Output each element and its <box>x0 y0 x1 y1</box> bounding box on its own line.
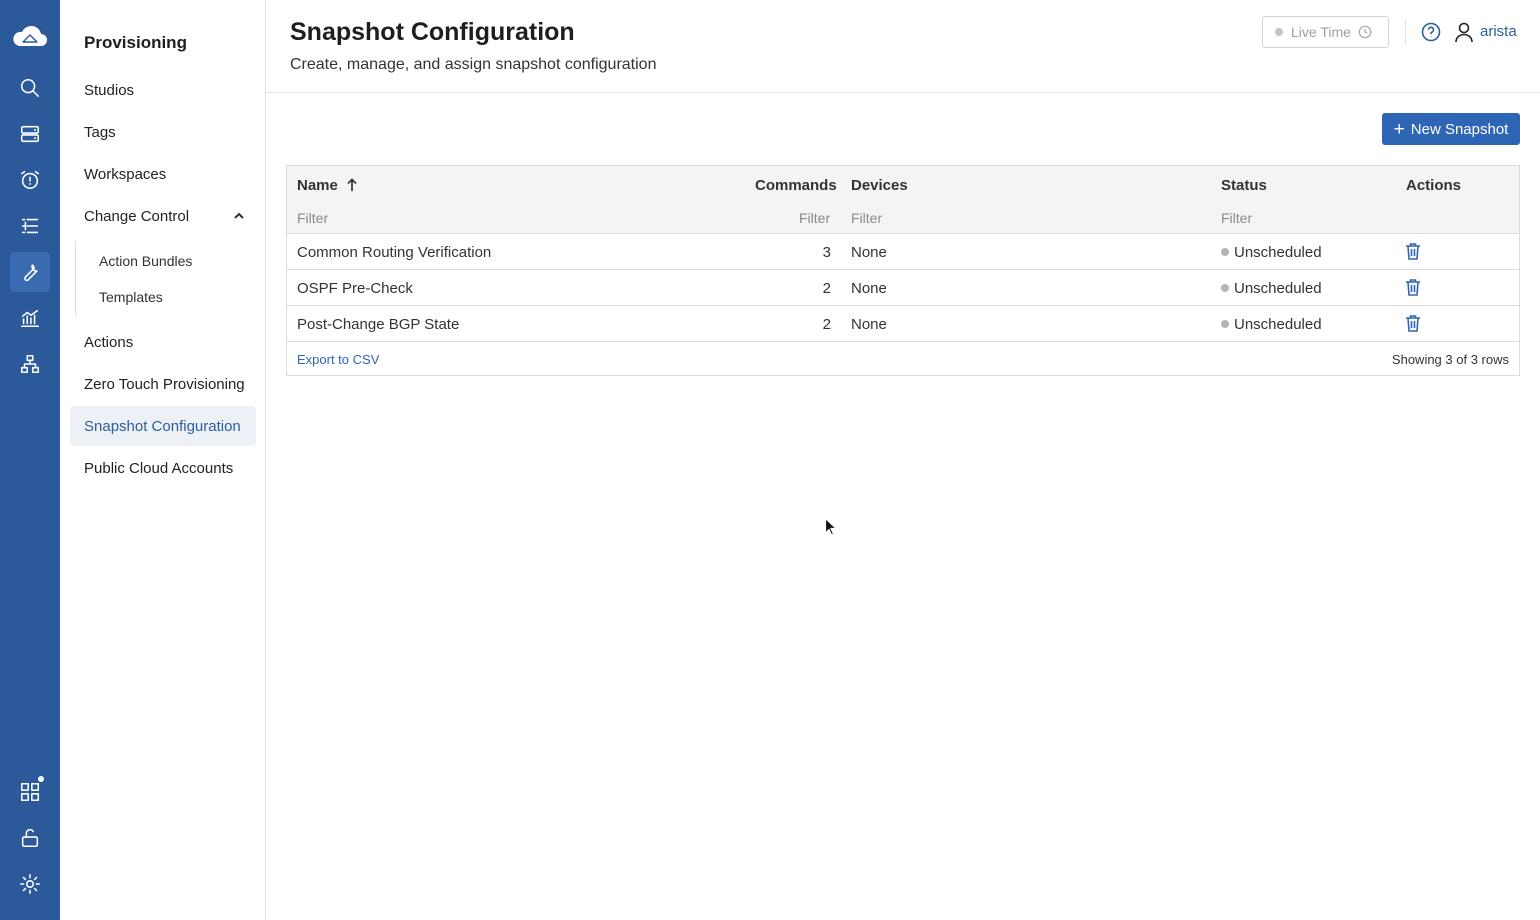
nav-item-zero-touch-provisioning[interactable]: Zero Touch Provisioning <box>70 364 256 404</box>
table-header: Name Commands Devices Status Actions Fil… <box>287 166 1519 234</box>
devices-filter-input[interactable]: Filter <box>851 210 882 226</box>
trash-icon[interactable] <box>1405 278 1423 296</box>
search-icon[interactable] <box>10 68 50 108</box>
nav-item-workspaces[interactable]: Workspaces <box>70 154 256 194</box>
live-status-dot <box>1275 28 1283 36</box>
trash-icon[interactable] <box>1405 314 1423 332</box>
icon-rail <box>0 0 60 920</box>
page-title: Snapshot Configuration <box>290 18 575 46</box>
nav-item-public-cloud-accounts[interactable]: Public Cloud Accounts <box>70 448 256 488</box>
row-count: Showing 3 of 3 rows <box>1391 352 1509 367</box>
live-time-button[interactable]: Live Time <box>1262 16 1389 48</box>
cell-name: Post-Change BGP State <box>297 316 460 333</box>
cell-status: Unscheduled <box>1221 280 1322 297</box>
cell-name: OSPF Pre-Check <box>297 280 413 297</box>
status-dot <box>1221 248 1229 256</box>
nav-item-snapshot-configuration[interactable]: Snapshot Configuration <box>70 406 256 446</box>
table-row[interactable]: OSPF Pre-Check 2 None Unscheduled <box>287 270 1519 306</box>
nav-item-actions[interactable]: Actions <box>70 322 256 362</box>
cell-devices: None <box>851 316 887 333</box>
column-header-devices[interactable]: Devices <box>851 177 908 194</box>
provisioning-nav: Provisioning Studios Tags Workspaces Cha… <box>60 0 266 920</box>
user-name-link[interactable]: arista <box>1480 23 1517 40</box>
snapshot-table: Name Commands Devices Status Actions Fil… <box>286 165 1520 376</box>
cell-name: Common Routing Verification <box>297 244 492 261</box>
status-label: Unscheduled <box>1234 280 1322 297</box>
list-icon[interactable] <box>10 206 50 246</box>
cell-commands: 3 <box>822 244 831 261</box>
clock-icon <box>1358 25 1372 39</box>
column-header-status[interactable]: Status <box>1221 177 1267 194</box>
apps-icon[interactable] <box>10 772 50 812</box>
help-icon[interactable] <box>1421 22 1441 42</box>
nav-item-change-control[interactable]: Change Control <box>70 196 256 236</box>
nav-subitem-templates[interactable]: Templates <box>99 283 163 311</box>
nav-section-title: Provisioning <box>84 33 187 52</box>
chevron-up-icon[interactable] <box>232 209 246 223</box>
new-snapshot-label: New Snapshot <box>1410 120 1509 138</box>
header-divider <box>1405 20 1406 44</box>
status-filter-input[interactable]: Filter <box>1221 210 1252 226</box>
column-header-name[interactable]: Name <box>297 177 358 194</box>
analytics-icon[interactable] <box>10 298 50 338</box>
alarm-icon[interactable] <box>10 160 50 200</box>
nav-subitem-action-bundles[interactable]: Action Bundles <box>99 247 192 275</box>
unlock-icon[interactable] <box>10 818 50 858</box>
status-label: Unscheduled <box>1234 244 1322 261</box>
column-header-actions: Actions <box>1406 177 1462 194</box>
cell-status: Unscheduled <box>1221 316 1322 333</box>
cloud-logo-icon[interactable] <box>10 18 50 58</box>
mouse-cursor-icon <box>824 517 838 537</box>
cell-devices: None <box>851 244 887 261</box>
commands-filter-input[interactable]: Filter <box>799 210 830 226</box>
topology-icon[interactable] <box>10 344 50 384</box>
live-time-label: Live Time <box>1291 24 1351 40</box>
nav-item-tags[interactable]: Tags <box>70 112 256 152</box>
export-csv-link[interactable]: Export to CSV <box>297 352 379 367</box>
sort-ascending-icon[interactable] <box>346 177 358 194</box>
nav-item-studios[interactable]: Studios <box>70 70 256 110</box>
user-icon[interactable] <box>1453 21 1475 43</box>
status-label: Unscheduled <box>1234 316 1322 333</box>
cell-status: Unscheduled <box>1221 244 1322 261</box>
table-row[interactable]: Common Routing Verification 3 None Unsch… <box>287 234 1519 270</box>
table-footer: Export to CSV Showing 3 of 3 rows <box>287 343 1519 375</box>
wrench-icon[interactable] <box>10 252 50 292</box>
cell-commands: 2 <box>822 280 831 297</box>
cell-commands: 2 <box>822 316 831 333</box>
gear-icon[interactable] <box>10 864 50 904</box>
trash-icon[interactable] <box>1405 242 1423 260</box>
nav-item-label: Change Control <box>84 207 190 225</box>
table-row[interactable]: Post-Change BGP State 2 None Unscheduled <box>287 306 1519 342</box>
plus-icon: + <box>1393 118 1405 140</box>
notification-dot <box>38 776 44 782</box>
devices-icon[interactable] <box>10 114 50 154</box>
page-header: Snapshot Configuration Create, manage, a… <box>266 0 1540 93</box>
cell-devices: None <box>851 280 887 297</box>
column-header-label: Name <box>297 177 338 194</box>
name-filter-input[interactable]: Filter <box>297 210 328 226</box>
status-dot <box>1221 320 1229 328</box>
new-snapshot-button[interactable]: + New Snapshot <box>1382 113 1520 145</box>
column-header-commands[interactable]: Commands <box>755 177 837 194</box>
status-dot <box>1221 284 1229 292</box>
page-subtitle: Create, manage, and assign snapshot conf… <box>290 56 657 73</box>
nav-group-divider <box>75 241 76 315</box>
